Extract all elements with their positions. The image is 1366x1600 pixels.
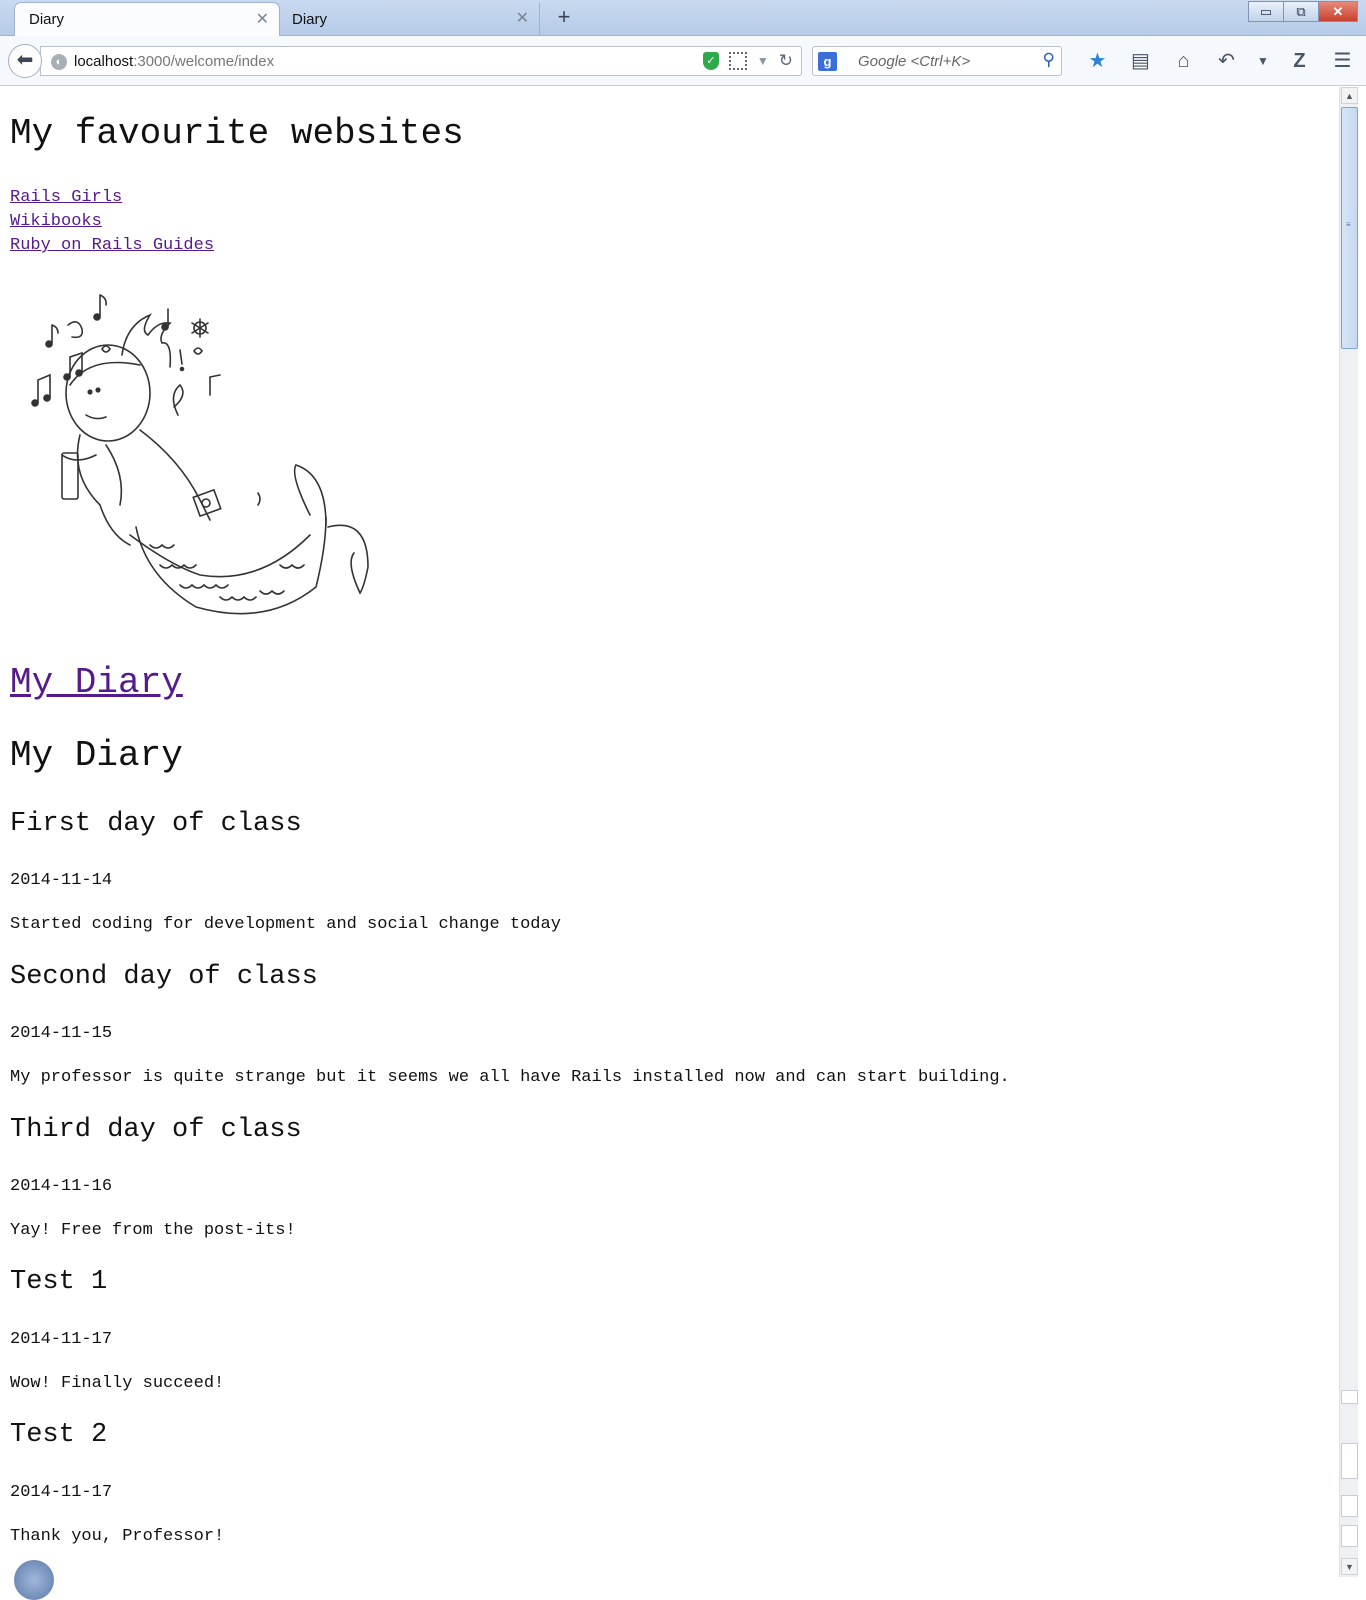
entry-body: Yay! Free from the post-its! bbox=[10, 1221, 296, 1240]
entry-date: 2014-11-14 bbox=[10, 871, 113, 890]
undo-icon[interactable]: ↶ bbox=[1205, 48, 1248, 74]
shield-icon[interactable]: ✓ bbox=[702, 52, 719, 70]
entry-body: My professor is quite strange but it see… bbox=[10, 1068, 1010, 1087]
url-text[interactable]: localhost:3000/welcome/index bbox=[74, 53, 274, 70]
diary-heading: My Diary bbox=[10, 735, 183, 776]
tab-close-icon[interactable]: ✕ bbox=[256, 9, 269, 29]
tab-bar: Diary ✕ Diary ✕ + ▭ ⧉ ✕ bbox=[0, 0, 1366, 36]
entry-body: Thank you, Professor! bbox=[10, 1527, 225, 1546]
entry-body: Wow! Finally succeed! bbox=[10, 1374, 225, 1393]
navigation-toolbar: ◐ localhost:3000/welcome/index ✓ ▼ ↻ ⬅ g… bbox=[0, 36, 1366, 86]
page-heading: My favourite websites bbox=[10, 113, 464, 154]
tab-title: Diary bbox=[29, 11, 65, 28]
entry-title: Test 1 bbox=[10, 1267, 108, 1297]
minimize-button[interactable]: ▭ bbox=[1248, 1, 1284, 22]
url-path: :3000/welcome/index bbox=[133, 53, 275, 70]
site-identity-icon[interactable]: ◐ bbox=[51, 54, 67, 70]
qr-code-icon[interactable] bbox=[728, 52, 747, 70]
tab-diary-active[interactable]: Diary ✕ bbox=[14, 2, 280, 36]
page-viewport: My favourite websites Rails Girls Wikibo… bbox=[0, 87, 1339, 1577]
entry-title: First day of class bbox=[10, 809, 302, 839]
url-host: localhost bbox=[74, 53, 134, 70]
diary-entry: Test 2 2014-11-17 Thank you, Professor! bbox=[10, 1420, 1310, 1546]
diary-entry: Second day of class 2014-11-15 My profes… bbox=[10, 962, 1310, 1087]
link-rails-guides[interactable]: Ruby on Rails Guides bbox=[10, 234, 214, 258]
toolbar-icons: ★ ▤ ⌂ ↶ ▼ Z ☰ bbox=[1076, 48, 1364, 74]
zotero-icon[interactable]: Z bbox=[1278, 48, 1321, 74]
address-bar[interactable]: ◐ localhost:3000/welcome/index ✓ ▼ ↻ bbox=[40, 46, 802, 76]
address-bar-icons: ✓ ▼ ↻ bbox=[702, 52, 793, 70]
reload-icon[interactable]: ↻ bbox=[779, 52, 793, 70]
scroll-marker bbox=[1341, 1443, 1358, 1479]
tab-close-icon[interactable]: ✕ bbox=[516, 8, 529, 28]
scrollbar-thumb[interactable]: ≡ bbox=[1341, 107, 1358, 349]
entry-title: Second day of class bbox=[10, 962, 318, 992]
restore-button[interactable]: ⧉ bbox=[1283, 1, 1319, 22]
scroll-marker bbox=[1341, 1390, 1358, 1404]
favourite-links: Rails Girls Wikibooks Ruby on Rails Guid… bbox=[10, 186, 214, 258]
search-bar[interactable]: g Google <Ctrl+K> ⚲ bbox=[812, 46, 1062, 76]
close-window-button[interactable]: ✕ bbox=[1318, 1, 1358, 22]
entry-title: Test 2 bbox=[10, 1420, 108, 1450]
search-input[interactable]: Google <Ctrl+K> bbox=[858, 53, 970, 70]
diary-entry: Third day of class 2014-11-16 Yay! Free … bbox=[10, 1115, 1310, 1240]
link-wikibooks[interactable]: Wikibooks bbox=[10, 210, 214, 234]
menu-icon[interactable]: ☰ bbox=[1321, 48, 1364, 74]
scroll-down-arrow-icon[interactable]: ▼ bbox=[1341, 1558, 1358, 1575]
scroll-marker bbox=[1341, 1495, 1358, 1517]
history-dropdown-icon[interactable]: ▼ bbox=[757, 52, 769, 70]
new-tab-button[interactable]: + bbox=[552, 3, 576, 31]
search-go-icon[interactable]: ⚲ bbox=[1043, 50, 1055, 70]
mermaid-illustration bbox=[31, 294, 369, 615]
link-rails-girls[interactable]: Rails Girls bbox=[10, 186, 214, 210]
bookmark-star-icon[interactable]: ★ bbox=[1076, 48, 1119, 74]
diary-entry: First day of class 2014-11-14 Started co… bbox=[10, 809, 1310, 934]
entry-title: Third day of class bbox=[10, 1115, 302, 1145]
scroll-marker bbox=[1341, 1525, 1358, 1547]
home-icon[interactable]: ⌂ bbox=[1162, 48, 1205, 74]
dropdown-icon[interactable]: ▼ bbox=[1248, 48, 1278, 74]
tab-diary-inactive[interactable]: Diary ✕ bbox=[278, 2, 540, 36]
diary-entry: Test 1 2014-11-17 Wow! Finally succeed! bbox=[10, 1267, 1310, 1393]
reading-list-icon[interactable]: ▤ bbox=[1119, 48, 1162, 74]
scroll-up-arrow-icon[interactable]: ▲ bbox=[1341, 87, 1358, 104]
grip-icon: ≡ bbox=[1346, 220, 1351, 229]
entry-body: Started coding for development and socia… bbox=[10, 915, 561, 934]
google-search-engine-icon[interactable]: g bbox=[818, 52, 837, 71]
window-controls: ▭ ⧉ ✕ bbox=[1248, 1, 1358, 22]
entry-date: 2014-11-17 bbox=[10, 1483, 113, 1502]
my-diary-link[interactable]: My Diary bbox=[10, 662, 183, 703]
taskbar-start-orb[interactable] bbox=[14, 1560, 54, 1600]
back-button[interactable]: ⬅ bbox=[8, 44, 42, 78]
entry-date: 2014-11-16 bbox=[10, 1177, 113, 1196]
tab-title: Diary bbox=[292, 10, 328, 28]
entry-date: 2014-11-15 bbox=[10, 1024, 113, 1043]
entry-date: 2014-11-17 bbox=[10, 1330, 113, 1349]
vertical-scrollbar[interactable]: ▲ ≡ ▼ bbox=[1339, 87, 1358, 1577]
